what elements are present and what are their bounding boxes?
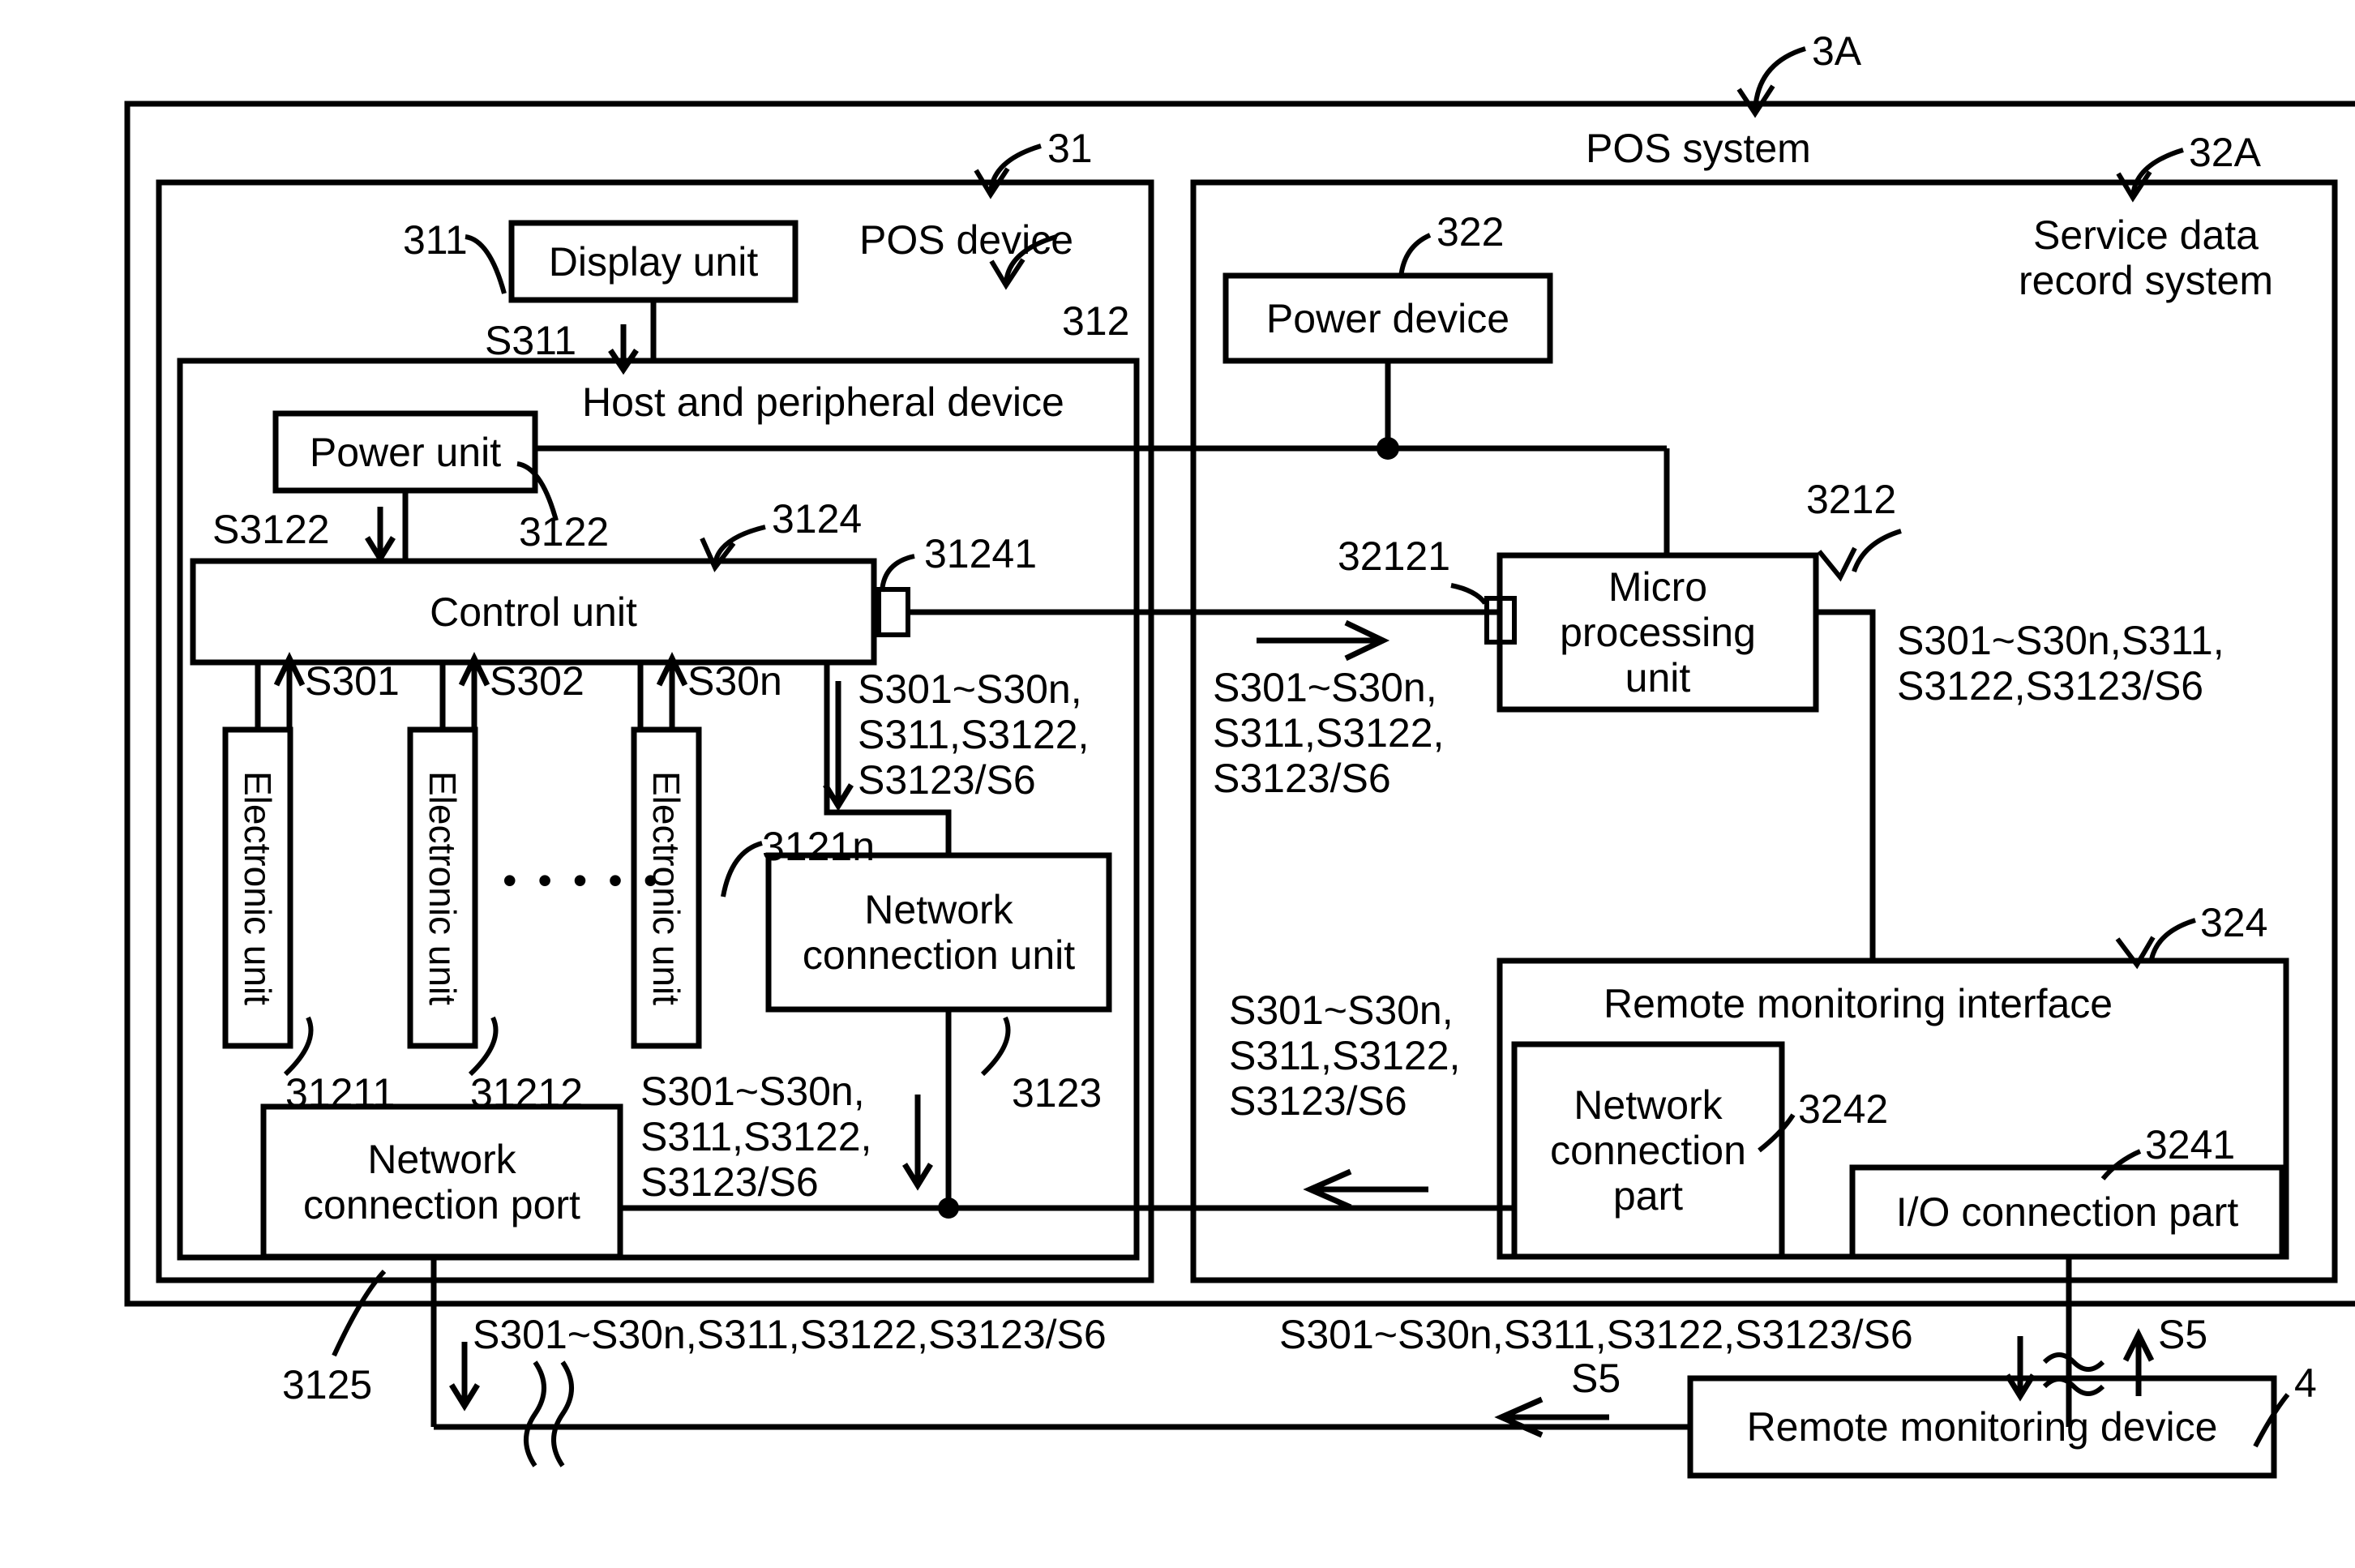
signal-s30n: S30n	[687, 658, 782, 704]
ref-3125: 3125	[282, 1362, 373, 1407]
ellipsis-between-units: • • • • •	[503, 858, 663, 903]
signal-bundle-into-mpu: S301~S30n, S311,S3122, S3123/S6	[1213, 665, 1445, 801]
electronic-unit-1-box[interactable]: Electronic unit	[225, 730, 290, 1046]
signal-bundle-ncu-to-port: S301~S30n, S311,S3122, S3123/S6	[640, 1069, 872, 1205]
signal-bundle-to-ncp: S301~S30n, S311,S3122, S3123/S6	[1229, 987, 1461, 1124]
host-peripheral-title: Host and peripheral device	[582, 379, 1064, 425]
io-connection-part-box[interactable]: I/O connection part	[1852, 1167, 2282, 1257]
pos-device-title: POS device	[859, 217, 1074, 263]
signal-s302: S302	[490, 658, 584, 704]
ref-4: 4	[2294, 1360, 2317, 1406]
display-unit-box[interactable]: Display unit	[512, 223, 795, 300]
ref-322: 322	[1437, 209, 1505, 255]
ref-32121: 32121	[1338, 533, 1451, 579]
signal-bundle-out-mpu: S301~S30n,S311, S3122,S3123/S6	[1897, 618, 2224, 709]
pos-system-title: POS system	[1586, 126, 1811, 171]
ref-312: 312	[1062, 298, 1130, 344]
network-connection-part-box[interactable]: Network connection part	[1514, 1044, 1782, 1257]
service-data-record-system-title: Service data record system	[2019, 212, 2273, 303]
ref-3A: 3A	[1812, 28, 1862, 74]
signal-s311: S311	[485, 318, 577, 363]
electronic-unit-1-label: Electronic unit	[237, 770, 279, 1005]
network-connection-port-box[interactable]: Network connection port	[263, 1107, 620, 1257]
ref-3122: 3122	[519, 509, 610, 555]
signal-s5-left: S5	[1571, 1356, 1621, 1401]
electronic-unit-2-label: Electronic unit	[422, 770, 464, 1005]
ref-3212: 3212	[1806, 477, 1897, 522]
control-unit-box[interactable]: Control unit	[193, 561, 874, 662]
bottom-right-signal-bundle: S301~S30n,S311,S3122,S3123/S6	[1279, 1312, 1913, 1357]
power-device-box[interactable]: Power device	[1226, 276, 1550, 361]
ref-31: 31	[1047, 126, 1093, 171]
network-connection-unit-box[interactable]: Network connection unit	[769, 855, 1109, 1009]
micro-processing-unit-box[interactable]: Micro processing unit	[1500, 555, 1816, 709]
signal-s3122: S3122	[212, 507, 330, 552]
ref-311: 311	[403, 217, 468, 263]
signal-bundle-control-to-ncu: S301~S30n, S311,S3122, S3123/S6	[858, 666, 1090, 803]
patent-figure: POS system 3A POS device 31 Service data…	[0, 0, 2355, 1568]
remote-monitoring-device-box[interactable]: Remote monitoring device	[1690, 1378, 2274, 1476]
ref-324: 324	[2200, 900, 2268, 945]
ref-3124: 3124	[772, 496, 863, 542]
ref-3123: 3123	[1012, 1070, 1103, 1116]
electronic-unit-2-box[interactable]: Electronic unit	[410, 730, 475, 1046]
ref-31241: 31241	[924, 531, 1038, 576]
ref-3242: 3242	[1798, 1086, 1889, 1132]
remote-monitoring-interface-title: Remote monitoring interface	[1604, 981, 2113, 1026]
ref-3241: 3241	[2145, 1122, 2236, 1167]
power-unit-box[interactable]: Power unit	[276, 413, 535, 491]
bottom-left-signal-bundle: S301~S30n,S311,S3122,S3123/S6	[473, 1312, 1107, 1357]
signal-s5-up: S5	[2158, 1312, 2208, 1357]
ref-32A: 32A	[2189, 130, 2261, 175]
signal-s301: S301	[305, 658, 400, 704]
